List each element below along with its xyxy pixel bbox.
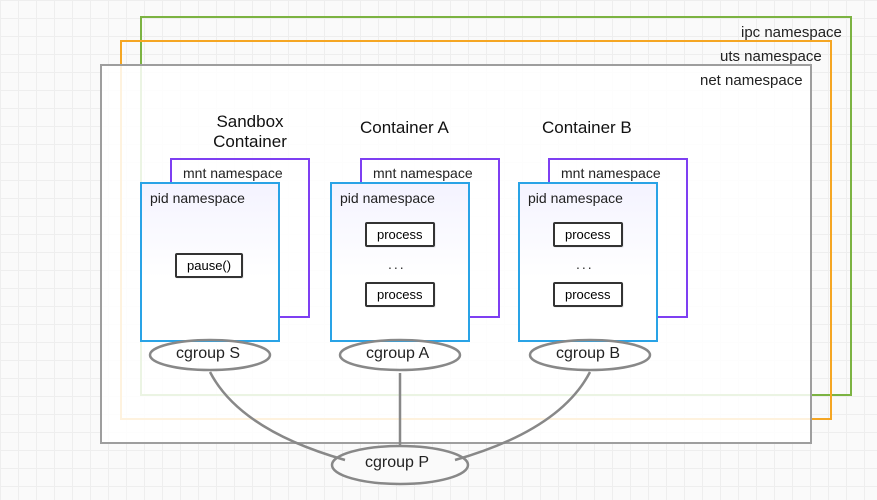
- net-namespace-label: net namespace: [700, 72, 803, 89]
- pid-namespace-label-b: pid namespace: [528, 190, 623, 206]
- process-box-b-2: process: [553, 282, 623, 307]
- container-title-sandbox: SandboxContainer: [190, 112, 310, 151]
- cgroup-label-s: cgroup S: [176, 345, 240, 363]
- ellipsis-b: ...: [576, 256, 594, 272]
- process-box-b-1: process: [553, 222, 623, 247]
- cgroup-label-a: cgroup A: [366, 345, 429, 363]
- process-box-a-2: process: [365, 282, 435, 307]
- mnt-namespace-label-a: mnt namespace: [373, 165, 473, 181]
- mnt-namespace-label-sandbox: mnt namespace: [183, 165, 283, 181]
- ipc-namespace-label: ipc namespace: [741, 24, 842, 41]
- container-title-b: Container B: [542, 118, 632, 138]
- container-title-a: Container A: [360, 118, 449, 138]
- pause-box: pause(): [175, 253, 243, 278]
- pid-namespace-label-sandbox: pid namespace: [150, 190, 245, 206]
- mnt-namespace-label-b: mnt namespace: [561, 165, 661, 181]
- cgroup-label-p: cgroup P: [365, 454, 429, 472]
- process-box-a-1: process: [365, 222, 435, 247]
- pid-namespace-label-a: pid namespace: [340, 190, 435, 206]
- uts-namespace-label: uts namespace: [720, 48, 822, 65]
- ellipsis-a: ...: [388, 256, 406, 272]
- cgroup-label-b: cgroup B: [556, 345, 620, 363]
